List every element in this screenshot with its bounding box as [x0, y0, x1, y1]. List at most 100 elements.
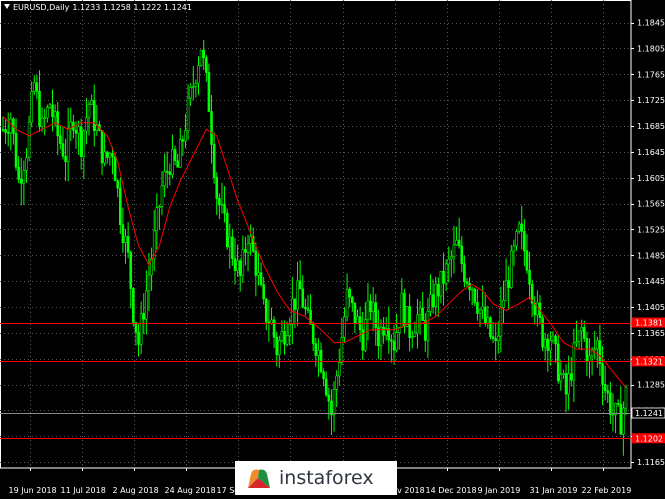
candle — [171, 134, 174, 179]
candle-body — [22, 170, 26, 184]
candle — [324, 371, 328, 398]
candle — [476, 289, 479, 321]
candle-body — [35, 82, 39, 92]
candle — [374, 294, 378, 346]
price-chart[interactable]: 1.1845 1.1805 1.1765 1.1725 1.1685 1.1645 1.16… — [0, 0, 665, 499]
candle — [103, 132, 106, 167]
candle-body — [444, 263, 448, 284]
candle — [225, 208, 229, 250]
candle-body — [14, 133, 18, 168]
candle — [377, 309, 380, 359]
candle-body — [137, 331, 140, 345]
watermark-text: instaforex — [279, 467, 374, 489]
candle — [119, 177, 122, 235]
candle-body — [53, 111, 57, 118]
price-tick-label: 1.1605 — [637, 174, 665, 183]
candle — [228, 223, 232, 269]
candle — [176, 153, 179, 168]
candle-body — [353, 302, 357, 324]
candle-body — [233, 258, 237, 271]
candle-body — [483, 306, 487, 324]
candle — [285, 321, 289, 347]
candle — [530, 279, 534, 318]
candle-body — [481, 306, 484, 311]
candle — [413, 321, 417, 338]
candle — [249, 224, 252, 256]
candle — [87, 101, 91, 136]
candle — [397, 327, 401, 350]
candle-body — [447, 258, 451, 265]
price-tick-label: 1.1805 — [637, 44, 665, 53]
time-tick-label: 11 Jul 2018 — [61, 486, 106, 495]
candle — [345, 273, 349, 322]
dropdown-triangle-icon[interactable] — [4, 4, 10, 9]
candle — [421, 292, 424, 321]
candle — [554, 334, 557, 363]
candle-body — [228, 236, 232, 248]
candle-body — [478, 309, 482, 314]
candle-body — [280, 331, 284, 341]
candle — [528, 251, 531, 300]
price-tick-label: 1.1165 — [637, 458, 665, 467]
candle-body — [30, 91, 33, 123]
candle-body — [429, 294, 432, 312]
candle — [22, 160, 26, 205]
candle — [332, 381, 336, 432]
candle-body — [25, 157, 28, 171]
candle-body — [421, 307, 424, 321]
candle-body — [494, 338, 497, 341]
candle-body — [345, 288, 349, 318]
candle — [439, 271, 443, 304]
grid — [0, 0, 631, 468]
candle-body — [220, 203, 224, 206]
candle-body — [575, 341, 578, 344]
candle-body — [343, 316, 346, 338]
candle — [364, 302, 367, 353]
chart-window[interactable]: 1.1845 1.1805 1.1765 1.1725 1.1685 1.1645 1.16… — [0, 0, 665, 499]
candle — [215, 172, 219, 216]
candle-body — [189, 87, 192, 99]
candle — [423, 313, 427, 352]
candle-body — [231, 236, 234, 259]
candle-body — [142, 313, 146, 320]
candle-body — [257, 272, 260, 276]
candle — [12, 117, 15, 145]
candle — [361, 311, 365, 360]
candle — [463, 255, 466, 288]
candle-body — [523, 230, 526, 252]
instaforex-logo-icon — [248, 469, 270, 488]
candle — [178, 127, 182, 169]
candle-body — [191, 86, 195, 88]
candle — [408, 293, 411, 352]
candle-body — [51, 104, 54, 118]
candle-body — [364, 319, 367, 351]
candle — [517, 220, 521, 234]
candle — [465, 277, 469, 287]
candle-body — [335, 375, 338, 390]
candle-body — [603, 384, 607, 391]
candle — [6, 112, 10, 147]
candle-body — [317, 349, 320, 356]
candle — [254, 242, 258, 297]
candle — [340, 317, 344, 366]
candle-body — [59, 135, 62, 144]
candle-body — [554, 335, 557, 345]
candle — [337, 348, 341, 386]
candle-body — [246, 243, 250, 253]
candle — [551, 331, 555, 344]
candle-body — [90, 100, 93, 105]
candle — [447, 246, 451, 283]
candle — [126, 222, 130, 259]
candle-body — [439, 271, 443, 297]
candle — [473, 287, 477, 307]
candle-body — [366, 300, 370, 320]
candle-body — [400, 292, 404, 328]
candle-body — [278, 340, 281, 355]
candle — [124, 228, 127, 264]
candle-body — [306, 308, 310, 311]
candle — [395, 313, 398, 353]
candle-body — [288, 324, 292, 336]
price-tick-label: 1.1285 — [637, 381, 665, 390]
candle — [181, 135, 185, 157]
candle — [163, 153, 166, 198]
